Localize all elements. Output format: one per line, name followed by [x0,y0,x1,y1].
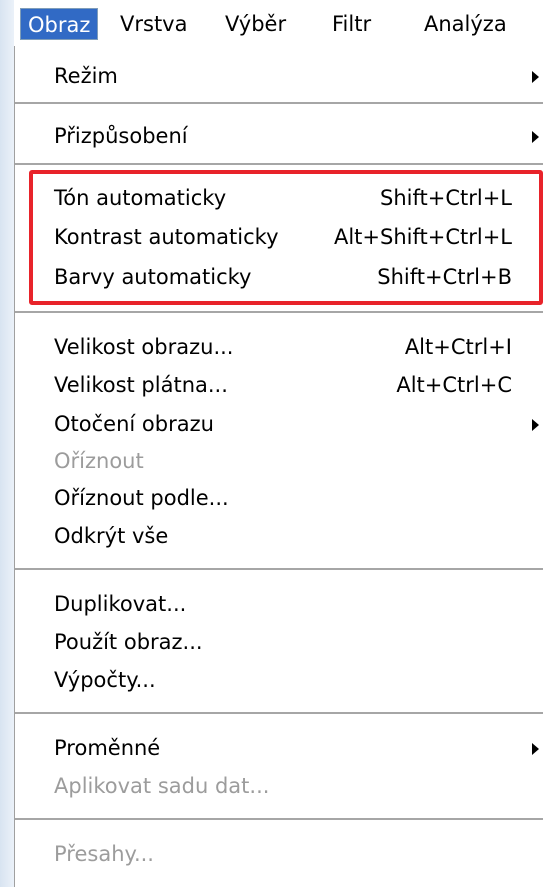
menu-item-vypocty[interactable]: Výpočty... [15,662,543,699]
submenu-arrow-icon [532,131,539,143]
menubar-item-filtr[interactable]: Filtr [325,8,378,40]
menu-item-barvy-automaticky[interactable]: Barvy automaticky Shift+Ctrl+B [15,259,543,296]
menu-item-label: Přesahy... [54,842,154,866]
menu-item-label: Velikost obrazu... [54,335,234,359]
menu-item-odkryt-vse[interactable]: Odkrýt vše [15,518,543,555]
menu-item-kontrast-automaticky[interactable]: Kontrast automaticky Alt+Shift+Ctrl+L [15,219,543,256]
menu-item-duplikovat[interactable]: Duplikovat... [15,586,543,623]
menu-item-label: Výpočty... [54,668,156,692]
menu-item-label: Barvy automaticky [54,265,252,289]
menu-item-velikost-obrazu[interactable]: Velikost obrazu... Alt+Ctrl+I [15,329,543,366]
menu-item-label: Velikost plátna... [54,373,228,397]
menu-item-aplikovat-sadu-dat: Aplikovat sadu dat... [15,768,543,805]
submenu-arrow-icon [532,743,539,755]
menu-separator [15,568,543,571]
menu-item-oriznout-podle[interactable]: Oříznout podle... [15,480,543,517]
menu-item-promenne[interactable]: Proměnné [15,730,543,767]
menu-item-otoceni-obrazu[interactable]: Otočení obrazu [15,406,543,443]
menu-separator [15,102,543,105]
menu-item-velikost-platna[interactable]: Velikost plátna... Alt+Ctrl+C [15,367,543,404]
menu-item-shortcut: Alt+Ctrl+I [404,335,512,359]
menu-item-shortcut: Shift+Ctrl+L [380,186,512,210]
menubar: Obraz Vrstva Výběr Filtr Analýza [14,0,543,46]
menu-item-pouzit-obraz[interactable]: Použít obraz... [15,624,543,661]
menu-item-label: Režim [54,64,118,88]
menu-item-label: Aplikovat sadu dat... [54,774,270,798]
menu-separator [15,712,543,715]
menubar-item-obraz[interactable]: Obraz [20,8,99,40]
menu-item-presahy: Přesahy... [15,836,543,873]
image-menu-dropdown: Režim Přizpůsobení Tón automaticky Shift… [14,46,543,887]
menu-item-label: Použít obraz... [54,630,203,654]
menubar-item-vrstva[interactable]: Vrstva [113,8,194,40]
menu-item-prizpusobeni[interactable]: Přizpůsobení [15,118,543,155]
menu-separator [15,163,543,166]
menu-item-rezim[interactable]: Režim [15,58,543,95]
menubar-item-vyber[interactable]: Výběr [218,8,293,40]
menu-item-shortcut: Alt+Shift+Ctrl+L [333,225,512,249]
menu-item-shortcut: Shift+Ctrl+B [377,265,512,289]
menu-item-shortcut: Alt+Ctrl+C [396,373,512,397]
menu-item-ton-automaticky[interactable]: Tón automaticky Shift+Ctrl+L [15,180,543,217]
menu-item-label: Oříznout [54,449,144,473]
menu-item-label: Oříznout podle... [54,486,229,510]
submenu-arrow-icon [532,419,539,431]
submenu-arrow-icon [532,71,539,83]
menu-item-oriznout: Oříznout [15,443,543,480]
menu-item-label: Kontrast automaticky [54,225,279,249]
menu-item-label: Odkrýt vše [54,524,169,548]
menu-separator [15,818,543,821]
menu-item-label: Duplikovat... [54,592,187,616]
menu-separator [15,311,543,314]
menu-item-label: Otočení obrazu [54,412,214,436]
menu-item-label: Přizpůsobení [54,124,188,148]
menu-item-label: Tón automaticky [54,186,227,210]
menubar-item-analyza[interactable]: Analýza [417,8,514,40]
menu-item-label: Proměnné [54,736,161,760]
screenshot-stage: Obraz Vrstva Výběr Filtr Analýza Režim P… [0,0,543,887]
